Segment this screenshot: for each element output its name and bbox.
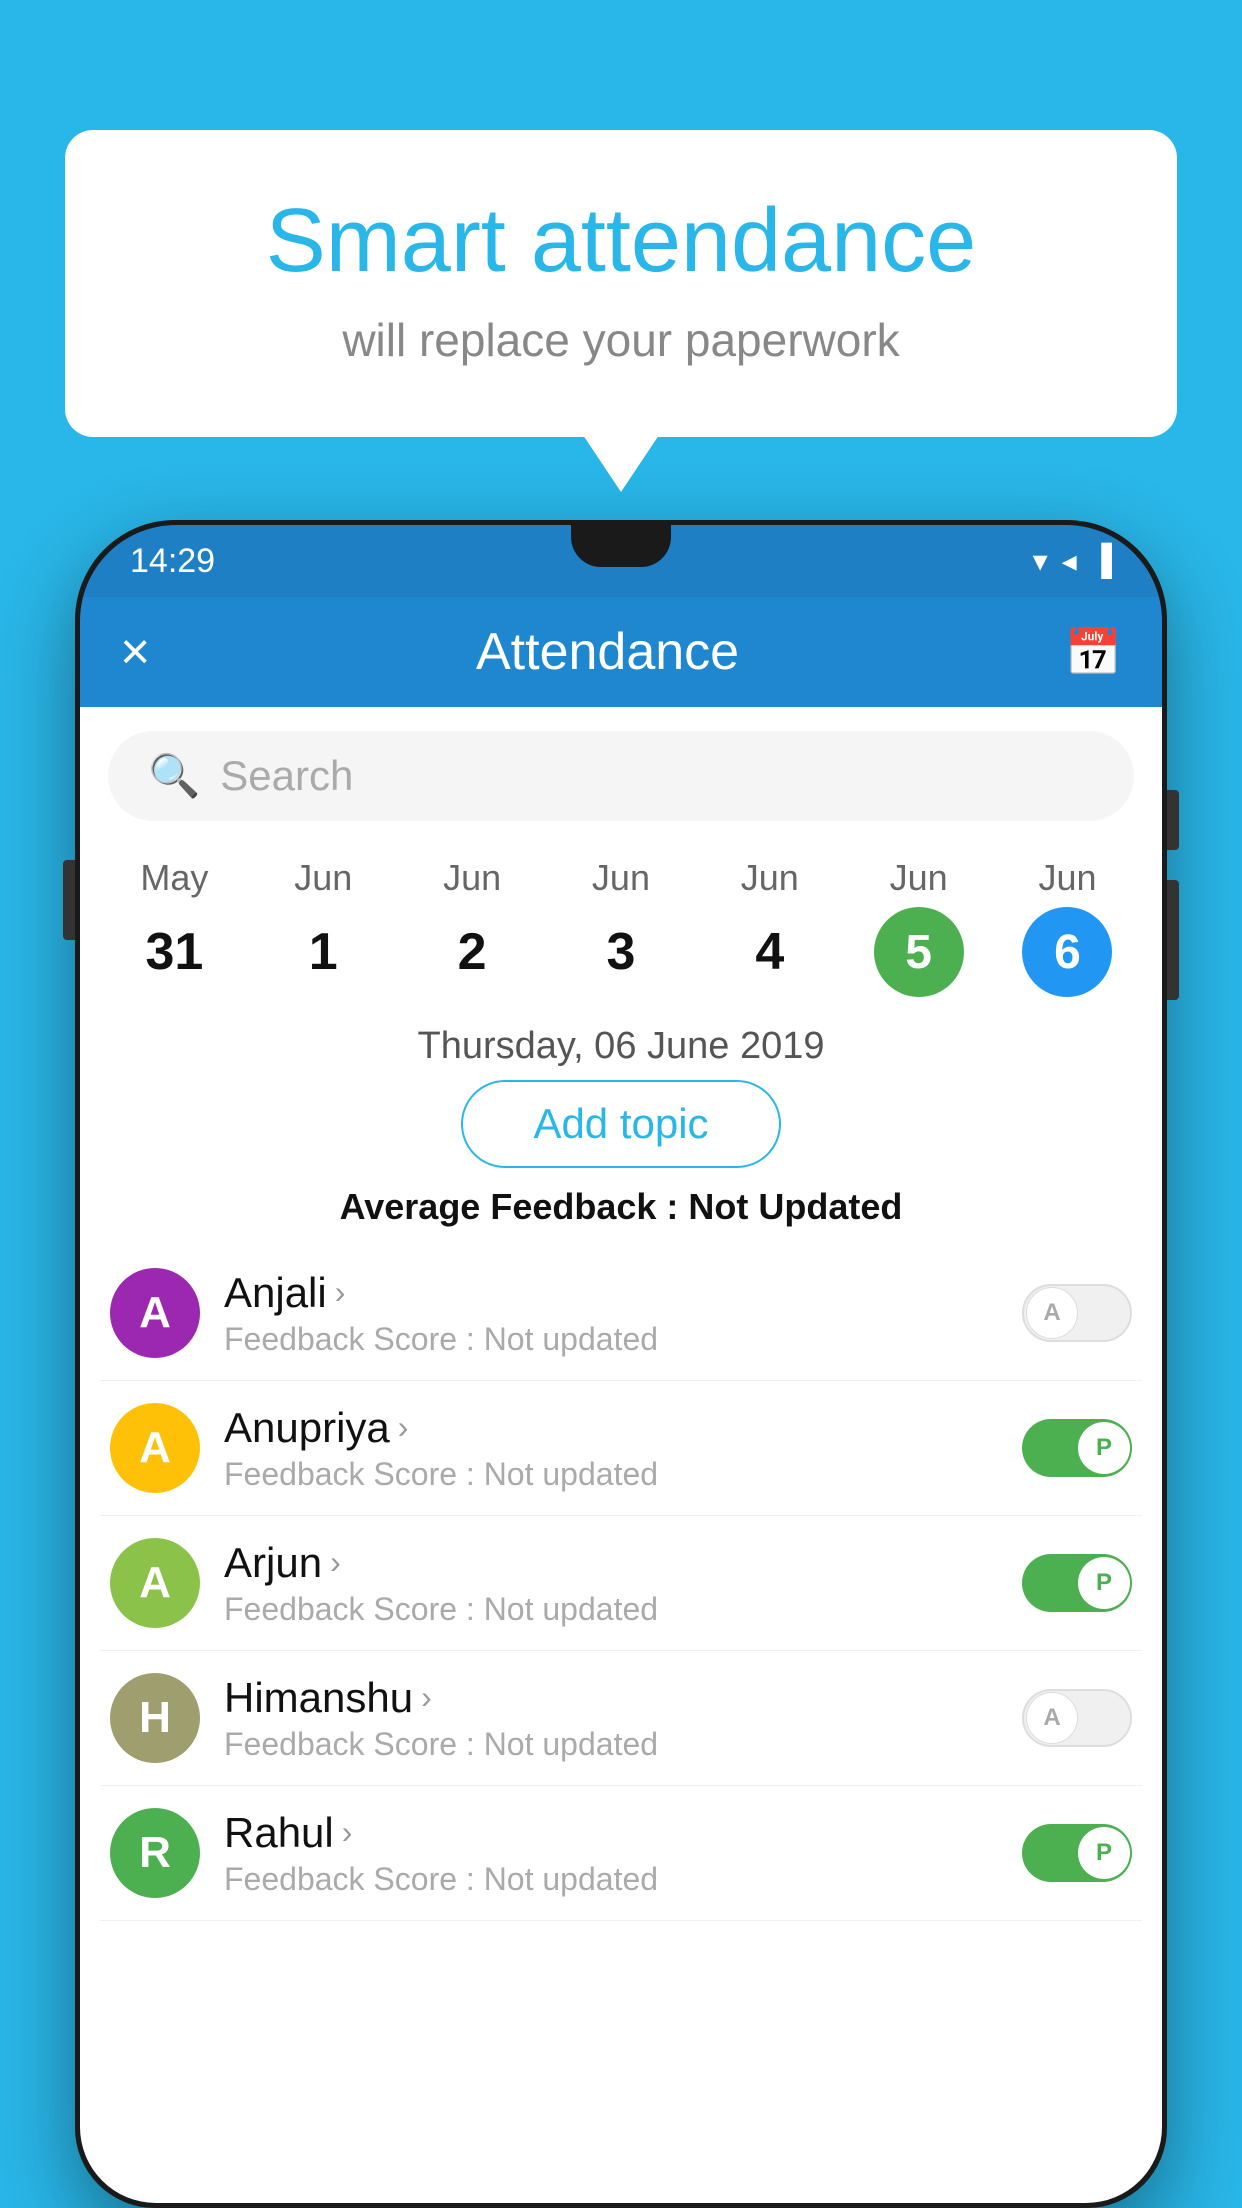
- student-info: Rahul › Feedback Score : Not updated: [224, 1809, 998, 1898]
- calendar-day-2[interactable]: Jun 2: [427, 857, 517, 997]
- feedback-score: Feedback Score : Not updated: [224, 1861, 998, 1898]
- student-row[interactable]: A Anupriya › Feedback Score : Not updated P: [100, 1381, 1142, 1516]
- cal-month-label: Jun: [741, 857, 799, 899]
- cal-date-label: 2: [427, 907, 517, 997]
- cal-date-label: 1: [278, 907, 368, 997]
- avatar: A: [110, 1268, 200, 1358]
- cal-month-label: Jun: [443, 857, 501, 899]
- calendar-day-1[interactable]: Jun 1: [278, 857, 368, 997]
- feedback-score: Feedback Score : Not updated: [224, 1591, 998, 1628]
- cal-date-label: 4: [725, 907, 815, 997]
- toggle-knob: P: [1078, 1422, 1130, 1474]
- student-row[interactable]: A Anjali › Feedback Score : Not updated A: [100, 1246, 1142, 1381]
- phone-frame: 14:29 ▾ ◂ ▐ × Attendance 📅 🔍 Search May 3…: [75, 520, 1167, 2208]
- student-name: Rahul ›: [224, 1809, 998, 1857]
- avatar: A: [110, 1403, 200, 1493]
- attendance-toggle[interactable]: P: [1022, 1554, 1132, 1612]
- header-title: Attendance: [476, 622, 739, 682]
- speech-bubble-container: Smart attendance will replace your paper…: [65, 130, 1177, 437]
- calendar-icon[interactable]: 📅: [1065, 625, 1122, 680]
- toggle-knob: A: [1026, 1287, 1078, 1339]
- feedback-score: Feedback Score : Not updated: [224, 1456, 998, 1493]
- toggle-knob: P: [1078, 1827, 1130, 1879]
- side-button-right-2: [1167, 880, 1179, 1000]
- cal-date-label: 6: [1022, 907, 1112, 997]
- toggle-knob: P: [1078, 1557, 1130, 1609]
- student-info: Arjun › Feedback Score : Not updated: [224, 1539, 998, 1628]
- notch: [571, 525, 671, 567]
- cal-month-label: Jun: [592, 857, 650, 899]
- chevron-icon: ›: [398, 1409, 409, 1446]
- feedback-score: Feedback Score : Not updated: [224, 1321, 998, 1358]
- cal-month-label: May: [140, 857, 208, 899]
- attendance-toggle[interactable]: A: [1022, 1689, 1132, 1747]
- student-row[interactable]: A Arjun › Feedback Score : Not updated P: [100, 1516, 1142, 1651]
- attendance-toggle[interactable]: P: [1022, 1419, 1132, 1477]
- selected-date: Thursday, 06 June 2019: [80, 1025, 1162, 1068]
- status-icons: ▾ ◂ ▐: [1033, 544, 1112, 579]
- student-name: Anupriya ›: [224, 1404, 998, 1452]
- status-bar: 14:29 ▾ ◂ ▐: [80, 525, 1162, 597]
- calendar-day-3[interactable]: Jun 3: [576, 857, 666, 997]
- chevron-icon: ›: [342, 1814, 353, 1851]
- status-time: 14:29: [130, 542, 215, 581]
- chevron-icon: ›: [421, 1679, 432, 1716]
- close-button[interactable]: ×: [120, 622, 150, 682]
- student-name: Himanshu ›: [224, 1674, 998, 1722]
- avatar: R: [110, 1808, 200, 1898]
- calendar-day-0[interactable]: May 31: [129, 857, 219, 997]
- student-name: Anjali ›: [224, 1269, 998, 1317]
- chevron-icon: ›: [330, 1544, 341, 1581]
- avatar: A: [110, 1538, 200, 1628]
- cal-date-label: 3: [576, 907, 666, 997]
- feedback-score: Feedback Score : Not updated: [224, 1726, 998, 1763]
- search-bar[interactable]: 🔍 Search: [108, 731, 1134, 821]
- search-placeholder: Search: [220, 752, 353, 800]
- cal-date-label: 31: [129, 907, 219, 997]
- chevron-icon: ›: [335, 1274, 346, 1311]
- phone-inner: 14:29 ▾ ◂ ▐ × Attendance 📅 🔍 Search May 3…: [80, 525, 1162, 2203]
- bubble-subtitle: will replace your paperwork: [145, 313, 1097, 367]
- app-header: × Attendance 📅: [80, 597, 1162, 707]
- speech-bubble: Smart attendance will replace your paper…: [65, 130, 1177, 437]
- cal-month-label: Jun: [294, 857, 352, 899]
- attendance-toggle[interactable]: A: [1022, 1284, 1132, 1342]
- cal-month-label: Jun: [890, 857, 948, 899]
- bubble-title: Smart attendance: [145, 190, 1097, 293]
- student-row[interactable]: H Himanshu › Feedback Score : Not updated A: [100, 1651, 1142, 1786]
- calendar-row: May 31 Jun 1 Jun 2 Jun 3 Jun 4 Jun 5 Jun 6: [80, 837, 1162, 1007]
- avg-feedback: Average Feedback : Not Updated: [80, 1186, 1162, 1228]
- calendar-day-5[interactable]: Jun 5: [874, 857, 964, 997]
- student-info: Himanshu › Feedback Score : Not updated: [224, 1674, 998, 1763]
- add-topic-button[interactable]: Add topic: [461, 1080, 780, 1168]
- screen-content: 🔍 Search May 31 Jun 1 Jun 2 Jun 3 Jun 4 Jun 5 Jun 6 T…: [80, 707, 1162, 2203]
- side-button-left: [63, 860, 75, 940]
- toggle-knob: A: [1026, 1692, 1078, 1744]
- avatar: H: [110, 1673, 200, 1763]
- wifi-icon: ▾: [1033, 544, 1048, 579]
- cal-date-label: 5: [874, 907, 964, 997]
- signal-icon: ◂: [1062, 544, 1077, 579]
- attendance-toggle[interactable]: P: [1022, 1824, 1132, 1882]
- student-name: Arjun ›: [224, 1539, 998, 1587]
- student-info: Anupriya › Feedback Score : Not updated: [224, 1404, 998, 1493]
- calendar-day-4[interactable]: Jun 4: [725, 857, 815, 997]
- student-list: AAnjali ›Feedback Score : Not updatedAAA…: [80, 1246, 1162, 1921]
- student-info: Anjali › Feedback Score : Not updated: [224, 1269, 998, 1358]
- calendar-day-6[interactable]: Jun 6: [1022, 857, 1112, 997]
- cal-month-label: Jun: [1038, 857, 1096, 899]
- battery-icon: ▐: [1091, 544, 1112, 578]
- side-button-right-1: [1167, 790, 1179, 850]
- search-icon: 🔍: [148, 752, 200, 801]
- student-row[interactable]: R Rahul › Feedback Score : Not updated P: [100, 1786, 1142, 1921]
